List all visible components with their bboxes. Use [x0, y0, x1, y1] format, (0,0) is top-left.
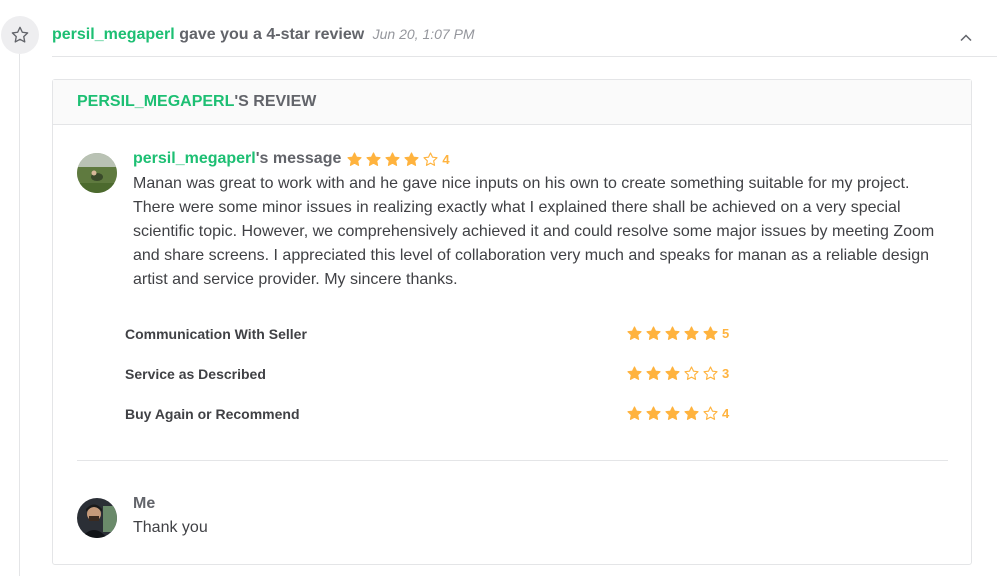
criterion-label-service: Service as Described: [125, 366, 266, 382]
message-label: 's message: [255, 150, 342, 167]
criterion-stars: [626, 405, 719, 422]
star-filled-icon: [646, 406, 661, 420]
criterion-rating-value: 3: [722, 366, 730, 381]
message-rating-stars: [346, 151, 439, 168]
reply-divider: [77, 460, 948, 461]
reply-message: Thank you: [133, 519, 208, 536]
criterion-rating-service: 3: [626, 365, 729, 382]
star-filled-icon: [646, 326, 661, 340]
event-action: gave you a 4-star review: [179, 26, 365, 43]
star-filled-icon: [646, 366, 661, 380]
star-filled-icon: [627, 406, 642, 420]
criterion-rating-recommend: 4: [626, 405, 729, 422]
reply-author: Me: [133, 495, 156, 512]
timeline-line: [19, 54, 20, 576]
review-message-body: Manan was great to work with and he gave…: [133, 175, 935, 288]
star-filled-icon: [684, 406, 699, 420]
header-divider: [52, 56, 997, 57]
event-header: persil_megaperl gave you a 4-star review…: [52, 26, 475, 44]
collapse-button[interactable]: [958, 30, 974, 46]
message-username[interactable]: persil_megaperl: [133, 150, 256, 168]
star-empty-icon: [703, 366, 718, 380]
event-username[interactable]: persil_megaperl: [52, 26, 175, 43]
review-card-title: PERSIL_MEGAPERL 'S REVIEW: [53, 80, 971, 125]
chevron-up-icon: [960, 34, 972, 42]
criterion-label-recommend: Buy Again or Recommend: [125, 406, 300, 422]
review-event-icon: [1, 16, 39, 54]
criterion-rating-value: 4: [722, 406, 730, 421]
review-title-suffix: 'S REVIEW: [234, 93, 317, 110]
star-filled-icon: [665, 366, 680, 380]
criterion-rating-value: 5: [722, 326, 730, 341]
star-filled-icon: [665, 326, 680, 340]
star-empty-icon: [684, 366, 699, 380]
review-card: PERSIL_MEGAPERL 'S REVIEW persil_megaperl…: [52, 79, 972, 565]
buyer-message-header: persil_megaperl's message 4: [133, 150, 450, 168]
star-filled-icon: [404, 151, 419, 166]
star-outline-icon: [11, 26, 29, 43]
criterion-label-communication: Communication With Seller: [125, 326, 307, 342]
review-title-username: PERSIL_MEGAPERL: [77, 93, 235, 110]
star-filled-icon: [665, 406, 680, 420]
star-filled-icon: [684, 326, 699, 340]
criterion-stars: [626, 325, 719, 342]
star-empty-icon: [703, 406, 718, 420]
message-rating-value: 4: [442, 151, 450, 167]
star-empty-icon: [423, 151, 438, 166]
star-filled-icon: [366, 151, 381, 166]
criterion-stars: [626, 365, 719, 382]
star-filled-icon: [627, 326, 642, 340]
buyer-avatar[interactable]: [77, 153, 117, 193]
star-filled-icon: [385, 151, 400, 166]
star-filled-icon: [627, 366, 642, 380]
star-filled-icon: [347, 151, 362, 166]
event-date: Jun 20, 1:07 PM: [372, 26, 475, 42]
seller-avatar[interactable]: [77, 498, 117, 538]
star-filled-icon: [703, 326, 718, 340]
criterion-rating-communication: 5: [626, 325, 729, 342]
